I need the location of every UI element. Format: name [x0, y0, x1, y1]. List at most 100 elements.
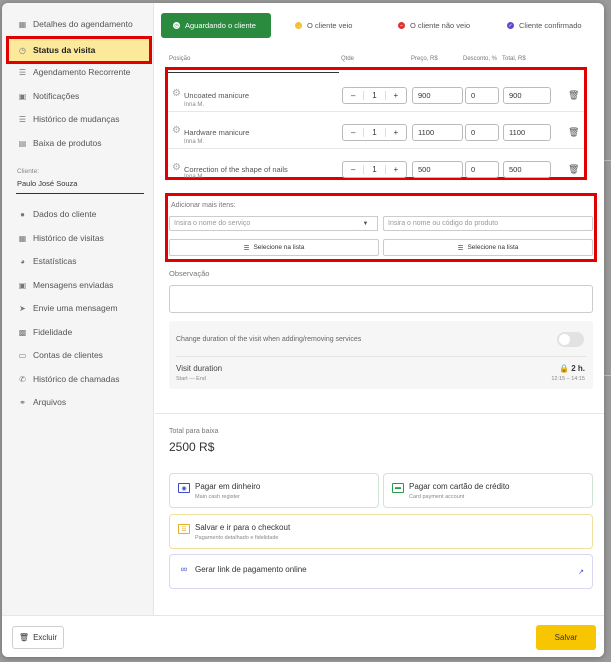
pay-card-button[interactable]: ▬ Pagar com cartão de crédito Card payme… [383, 473, 593, 508]
plus-button[interactable]: + [384, 128, 406, 137]
sidebar-item-label: Agendamento Recorrente [33, 67, 131, 77]
pay-cash-button[interactable]: ◉ Pagar em dinheiro Main cash register [169, 473, 379, 508]
pay-subtitle: Card payment account [409, 494, 465, 500]
service-name[interactable]: Hardware manicure [184, 128, 249, 137]
services-list: ⚙ Uncoated manicure Inna M. – 1 + 900 0 … [165, 67, 587, 180]
service-search-input[interactable]: Insira o nome do serviço [169, 216, 355, 231]
pay-subtitle: Main cash register [195, 494, 240, 500]
gear-icon[interactable]: ⚙ [172, 126, 182, 136]
service-name[interactable]: Uncoated manicure [184, 91, 249, 100]
discount-input[interactable]: 0 [465, 87, 499, 104]
plus-button[interactable]: + [384, 165, 406, 174]
sidebar-item-visit-status[interactable]: ◷ Status da visita [6, 36, 152, 64]
duration-toggle[interactable] [557, 332, 584, 347]
product-search-input[interactable]: Insira o nome ou código do produto [383, 216, 593, 231]
tab-client-came[interactable]: → O cliente veio [295, 13, 352, 38]
observation-label: Observação [169, 269, 210, 278]
button-label: Selecione na lista [467, 244, 519, 251]
quantity-stepper[interactable]: – 1 + [342, 87, 407, 104]
tab-label: Aguardando o cliente [185, 21, 256, 30]
sidebar-item-call-history[interactable]: ✆ Histórico de chamadas [6, 368, 152, 390]
discount-input[interactable]: 0 [465, 124, 499, 141]
total-input[interactable]: 1100 [503, 124, 551, 141]
save-checkout-button[interactable]: ☰ Salvar e ir para o checkout Pagamento … [169, 514, 593, 549]
observation-textarea[interactable] [169, 285, 593, 313]
save-button[interactable]: Salvar [536, 625, 596, 650]
quantity-value[interactable]: 1 [364, 128, 384, 137]
select-service-button[interactable]: ☰ Selecione na lista [169, 239, 379, 256]
duration-value-text: 2 h. [571, 364, 585, 373]
pay-title: Salvar e ir para o checkout [195, 523, 291, 532]
sidebar-item-appointment-details[interactable]: ▦ Detalhes do agendamento [6, 13, 152, 35]
link-icon: ∞ [180, 564, 188, 574]
list-icon: ☰ [18, 67, 27, 77]
sidebar-item-notifications[interactable]: ▣ Notificações [6, 85, 152, 107]
sidebar-item-label: Histórico de chamadas [33, 374, 120, 384]
sidebar-item-change-history[interactable]: ☰ Histórico de mudanças [6, 108, 152, 130]
minus-button[interactable]: – [343, 165, 365, 174]
sidebar-item-client-data[interactable]: ● Dados do cliente [6, 203, 152, 225]
sidebar-item-statistics[interactable]: ◕ Estatísticas [6, 250, 152, 272]
gear-icon[interactable]: ⚙ [172, 163, 182, 173]
duration-range: 12:15 – 14:15 [551, 376, 585, 382]
duration-toggle-label: Change duration of the visit when adding… [176, 336, 362, 343]
payment-link-button[interactable]: ∞ Gerar link de pagamento online ↗ [169, 554, 593, 589]
sidebar-item-client-accounts[interactable]: ▭ Contas de clientes [6, 344, 152, 366]
sidebar-item-files[interactable]: ⚭ Arquivos [6, 391, 152, 413]
sidebar-item-product-writeoff[interactable]: ▤ Baixa de produtos [6, 132, 152, 154]
quantity-stepper[interactable]: – 1 + [342, 161, 407, 178]
col-header-discount: Desconto, % [463, 56, 498, 62]
credit-card-icon: ▬ [392, 483, 404, 493]
sidebar-item-label: Detalhes do agendamento [33, 19, 133, 29]
quantity-value[interactable]: 1 [364, 165, 384, 174]
sidebar-item-visit-history[interactable]: ▦ Histórico de visitas [6, 227, 152, 249]
price-input[interactable]: 1100 [412, 124, 463, 141]
add-items-section: Adicionar mais itens: Insira o nome do s… [165, 193, 597, 262]
sidebar-item-label: Arquivos [33, 397, 67, 407]
external-link-icon[interactable]: ↗ [578, 568, 584, 576]
delete-button[interactable]: 🗑 Excluir [12, 626, 64, 649]
sidebar-item-recurring[interactable]: ☰ Agendamento Recorrente [6, 61, 152, 83]
chevron-down-icon[interactable]: ▼ [354, 216, 378, 231]
duration-card: Change duration of the visit when adding… [169, 321, 593, 389]
gear-icon[interactable]: ⚙ [172, 89, 182, 99]
select-product-button[interactable]: ☰ Selecione na lista [383, 239, 593, 256]
pay-title: Gerar link de pagamento online [195, 565, 307, 574]
client-name[interactable]: Paulo José Souza [17, 179, 77, 188]
trash-icon: 🗑 [18, 633, 30, 642]
section-divider [155, 413, 604, 414]
minus-button[interactable]: – [343, 91, 365, 100]
service-name[interactable]: Correction of the shape of nails [184, 165, 288, 174]
col-header-total: Total, R$ [502, 56, 526, 62]
price-input[interactable]: 500 [412, 161, 463, 178]
tab-waiting-client[interactable]: ◷ Aguardando o cliente [161, 13, 271, 38]
discount-input[interactable]: 0 [465, 161, 499, 178]
sidebar-item-label: Histórico de mudanças [33, 114, 120, 124]
total-input[interactable]: 900 [503, 87, 551, 104]
button-label: Excluir [33, 633, 58, 642]
quantity-value[interactable]: 1 [364, 91, 384, 100]
plus-button[interactable]: + [384, 91, 406, 100]
clock-icon: ◷ [19, 45, 26, 55]
trash-icon[interactable]: 🗑 [568, 90, 579, 101]
total-input[interactable]: 500 [503, 161, 551, 178]
service-staff: Inna M. [184, 102, 205, 108]
minus-button[interactable]: – [343, 128, 365, 137]
lock-icon: 🔒 [559, 364, 569, 373]
sidebar-item-loyalty[interactable]: ▩ Fidelidade [6, 321, 152, 343]
list-icon: ☰ [243, 244, 250, 252]
tab-client-confirmed[interactable]: ✓ Cliente confirmado [507, 13, 582, 38]
trash-icon[interactable]: 🗑 [568, 127, 579, 138]
send-icon: ➤ [19, 303, 26, 313]
duration-subtitle: Start — End [176, 376, 206, 382]
sidebar-item-sent-messages[interactable]: ▣ Mensagens enviadas [6, 274, 152, 296]
tab-client-no-show[interactable]: – O cliente não veio [398, 13, 470, 38]
price-input[interactable]: 900 [412, 87, 463, 104]
service-staff: Inna M. [184, 139, 205, 145]
phone-icon: ✆ [19, 374, 26, 384]
sidebar-item-send-message[interactable]: ➤ Envie uma mensagem [6, 297, 152, 319]
quantity-stepper[interactable]: – 1 + [342, 124, 407, 141]
trash-icon[interactable]: 🗑 [568, 164, 579, 175]
calendar-icon: ▦ [18, 233, 27, 243]
checkout-icon: ☰ [178, 524, 190, 534]
